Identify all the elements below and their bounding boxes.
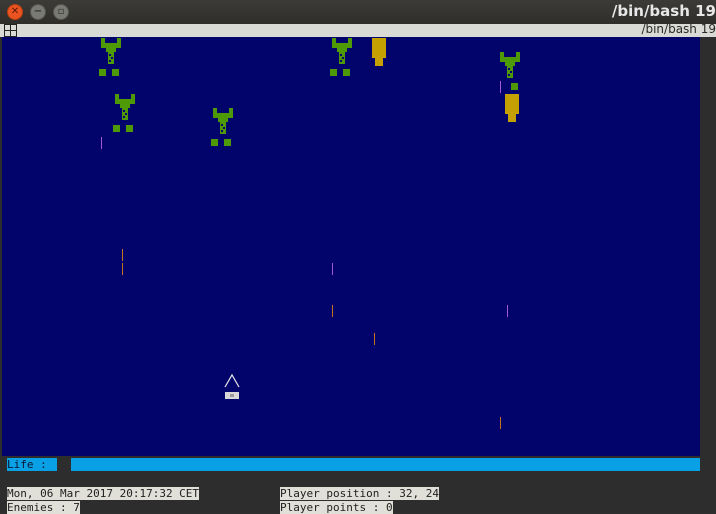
- laser-icon: [101, 137, 102, 149]
- laser-icon: [500, 81, 501, 93]
- laser-icon: [122, 263, 123, 275]
- spaceship-icon: [224, 373, 240, 399]
- bomb-icon: [505, 94, 519, 122]
- player-points-readout: Player points : 0: [280, 501, 393, 514]
- tab-bar: /bin/bash 19: [0, 22, 716, 37]
- laser-icon: [332, 263, 333, 275]
- enemies-count: Enemies : 7: [7, 501, 80, 514]
- laser-icon: [500, 417, 501, 429]
- player-position-readout: Player position : 32, 24: [280, 487, 439, 500]
- game-field: [2, 37, 700, 456]
- window-title: /bin/bash 19: [611, 2, 716, 20]
- life-bar: Life :: [7, 458, 700, 471]
- bomb-icon: [372, 38, 386, 66]
- terminal-area[interactable]: Life : Mon, 06 Mar 2017 20:17:32 CET Ene…: [0, 37, 716, 514]
- alien-icon: [99, 38, 121, 76]
- laser-icon: [374, 333, 375, 345]
- close-button[interactable]: ✕: [7, 4, 23, 20]
- maximize-icon: ▫: [57, 6, 65, 17]
- laser-icon: [332, 305, 333, 317]
- laser-icon: [122, 249, 123, 261]
- terminal-layout-icon[interactable]: [4, 24, 17, 37]
- life-label: Life :: [7, 458, 57, 471]
- datetime-readout: Mon, 06 Mar 2017 20:17:32 CET: [7, 487, 200, 500]
- life-bar-fill: [71, 458, 700, 471]
- alien-icon: [330, 38, 352, 76]
- tab-title[interactable]: /bin/bash 19: [641, 22, 716, 36]
- close-icon: ✕: [10, 6, 20, 17]
- maximize-button[interactable]: ▫: [53, 4, 69, 20]
- alien-icon: [113, 94, 135, 132]
- minimize-button[interactable]: −: [30, 4, 46, 20]
- laser-icon: [507, 305, 508, 317]
- minimize-icon: −: [33, 6, 43, 17]
- window-titlebar[interactable]: ✕ − ▫ /bin/bash 19: [0, 0, 716, 24]
- alien-icon: [211, 108, 233, 146]
